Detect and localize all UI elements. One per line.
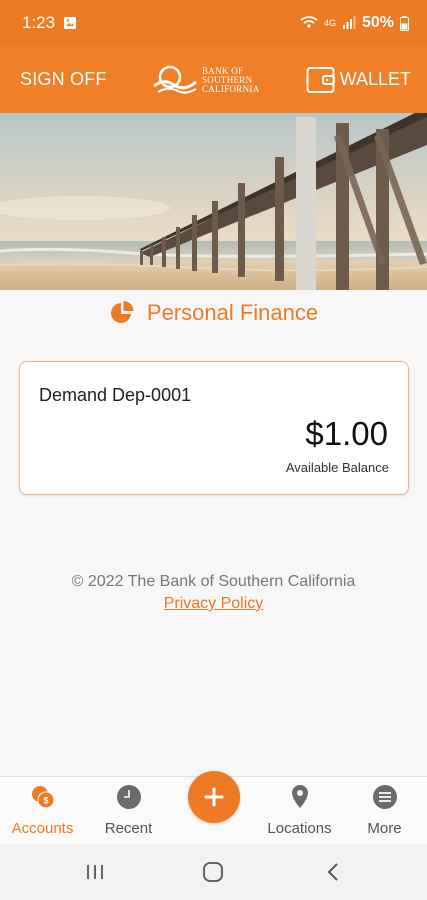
recent-apps-button[interactable] [75, 858, 115, 886]
network-type: 4G [323, 18, 336, 28]
home-icon [203, 862, 223, 882]
hero-pier-image [0, 113, 427, 290]
copyright-text: © 2022 The Bank of Southern California [71, 573, 356, 590]
nav-item-more[interactable]: More [342, 777, 427, 845]
svg-text:$: $ [43, 796, 48, 806]
wallet-icon [306, 66, 335, 93]
location-pin-icon [291, 785, 308, 808]
home-button[interactable] [193, 858, 233, 886]
recent-apps-icon [87, 865, 103, 879]
account-name: Demand Dep-0001 [39, 385, 192, 405]
clock-icon [116, 785, 141, 809]
wallet-button[interactable]: WALLET [306, 66, 411, 94]
bottom-nav: $ Accounts Recent Locations More [0, 771, 427, 845]
battery-icon [400, 15, 409, 31]
back-button[interactable] [313, 858, 353, 886]
pie-chart-icon [110, 301, 134, 323]
back-chevron-icon [327, 863, 338, 881]
balance-label: Available Balance [285, 460, 389, 475]
gallery-icon [64, 17, 77, 29]
account-card[interactable]: Demand Dep-0001 $1.00 Available Balance [19, 361, 409, 495]
section-title: Personal Finance [146, 300, 319, 325]
bank-logo: BANK OF SOUTHERN CALIFORNIA [152, 60, 274, 100]
accounts-icon: $ [31, 786, 54, 809]
nav-label-recent: Recent [104, 820, 153, 837]
nav-label-locations: Locations [267, 820, 332, 837]
signal-icon [342, 16, 356, 29]
nav-item-recent[interactable]: Recent [86, 777, 171, 845]
nav-item-locations[interactable]: Locations [257, 777, 342, 845]
section-header: Personal Finance [0, 300, 427, 326]
logo-line-3: CALIFORNIA [202, 83, 260, 94]
system-nav-bar [0, 844, 427, 900]
plus-icon [204, 787, 224, 807]
wallet-label: WALLET [339, 69, 411, 89]
status-time: 1:23 [22, 13, 56, 32]
nav-label-more: More [367, 820, 402, 837]
nav-item-accounts[interactable]: $ Accounts [0, 777, 85, 845]
add-button[interactable] [188, 771, 240, 823]
nav-label-accounts: Accounts [11, 820, 74, 837]
privacy-policy-link[interactable]: Privacy Policy [164, 595, 264, 612]
wave-logo-icon [153, 65, 197, 94]
status-bar: 1:23 4G 50% [0, 0, 427, 46]
menu-icon [372, 785, 397, 809]
battery-percent: 50% [361, 14, 394, 31]
wifi-calling-icon [300, 16, 318, 28]
app-screen: 1:23 4G 50% SIGN OFF BANK OF SOUTHERN CA… [0, 0, 427, 900]
sign-off-button[interactable]: SIGN OFF [20, 69, 107, 90]
app-header: SIGN OFF BANK OF SOUTHERN CALIFORNIA WAL… [0, 46, 427, 113]
account-balance: $1.00 [305, 415, 388, 452]
